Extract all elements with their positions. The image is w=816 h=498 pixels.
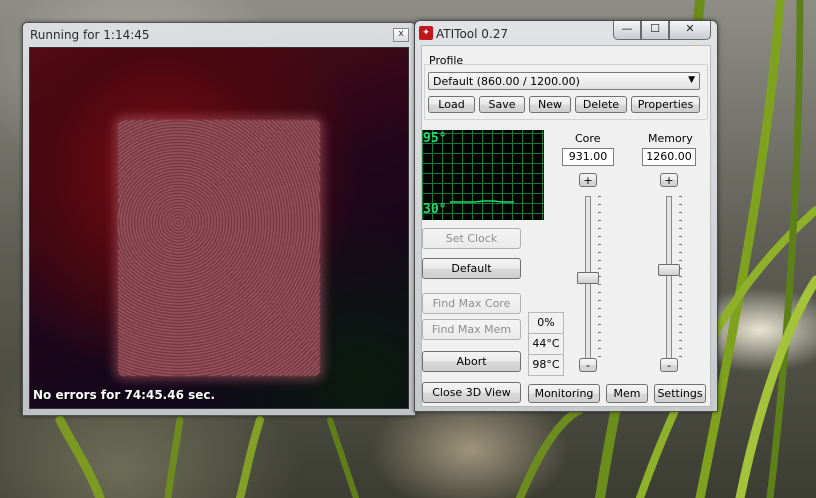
memory-plus-button[interactable]: + xyxy=(660,173,678,187)
monitoring-button[interactable]: Monitoring xyxy=(528,384,600,403)
mem-button[interactable]: Mem xyxy=(606,384,648,403)
atitool-window[interactable]: ✦ ATITool 0.27 — ☐ ✕ Profile Default (86… xyxy=(414,20,718,412)
profile-selected-value: Default (860.00 / 1200.00) xyxy=(433,75,580,88)
memory-minus-button[interactable]: - xyxy=(660,358,678,372)
find-max-core-button[interactable]: Find Max Core xyxy=(422,293,521,314)
properties-button[interactable]: Properties xyxy=(631,96,700,113)
settings-button[interactable]: Settings xyxy=(654,384,706,403)
save-button[interactable]: Save xyxy=(479,96,525,113)
profile-label: Profile xyxy=(429,54,464,67)
maximize-button[interactable]: ☐ xyxy=(641,21,669,40)
abort-button[interactable]: Abort xyxy=(422,351,521,372)
set-clock-button[interactable]: Set Clock xyxy=(422,228,521,249)
chevron-down-icon: ▼ xyxy=(688,75,695,85)
3d-view-window[interactable]: Running for 1:14:45 x No errors for 74:4… xyxy=(22,22,416,416)
memory-slider-thumb[interactable] xyxy=(658,264,680,277)
memory-clock-field[interactable]: 1260.00 xyxy=(642,148,696,166)
memory-slider-track[interactable] xyxy=(666,196,672,360)
fur-cube-render xyxy=(118,120,320,376)
new-button[interactable]: New xyxy=(529,96,571,113)
profile-select[interactable]: Default (860.00 / 1200.00) ▼ xyxy=(428,72,700,90)
core-slider-thumb[interactable] xyxy=(577,272,599,284)
minimize-button[interactable]: — xyxy=(613,21,641,40)
max-temp-display: 98°C xyxy=(528,354,564,376)
atitool-title: ATITool 0.27 xyxy=(436,27,508,41)
core-minus-button[interactable]: - xyxy=(579,358,597,372)
current-temp-display: 44°C xyxy=(528,333,564,355)
memory-label: Memory xyxy=(648,132,693,145)
close-button[interactable]: ✕ xyxy=(669,21,711,40)
core-label: Core xyxy=(575,132,601,145)
atitool-client-area: Profile Default (860.00 / 1200.00) ▼ Loa… xyxy=(421,45,711,407)
load-percent-display: 0% xyxy=(528,312,564,334)
default-button[interactable]: Default xyxy=(422,258,521,279)
close-3d-view-button[interactable]: Close 3D View xyxy=(422,382,521,403)
error-status-text: No errors for 74:45.46 sec. xyxy=(33,388,216,402)
caption-buttons: — ☐ ✕ xyxy=(613,21,711,40)
3d-view-close-button[interactable]: x xyxy=(393,28,409,42)
temperature-graph: 95° 30° xyxy=(422,130,544,220)
3d-view-title: Running for 1:14:45 xyxy=(30,28,150,42)
core-plus-button[interactable]: + xyxy=(579,173,597,187)
delete-button[interactable]: Delete xyxy=(575,96,627,113)
memory-slider-ticks xyxy=(679,196,682,358)
ati-logo-icon: ✦ xyxy=(419,26,433,40)
find-max-mem-button[interactable]: Find Max Mem xyxy=(422,319,521,340)
temperature-line xyxy=(450,200,514,203)
3d-render-viewport: No errors for 74:45.46 sec. xyxy=(29,47,409,409)
load-button[interactable]: Load xyxy=(428,96,475,113)
core-clock-field[interactable]: 931.00 xyxy=(562,148,614,166)
